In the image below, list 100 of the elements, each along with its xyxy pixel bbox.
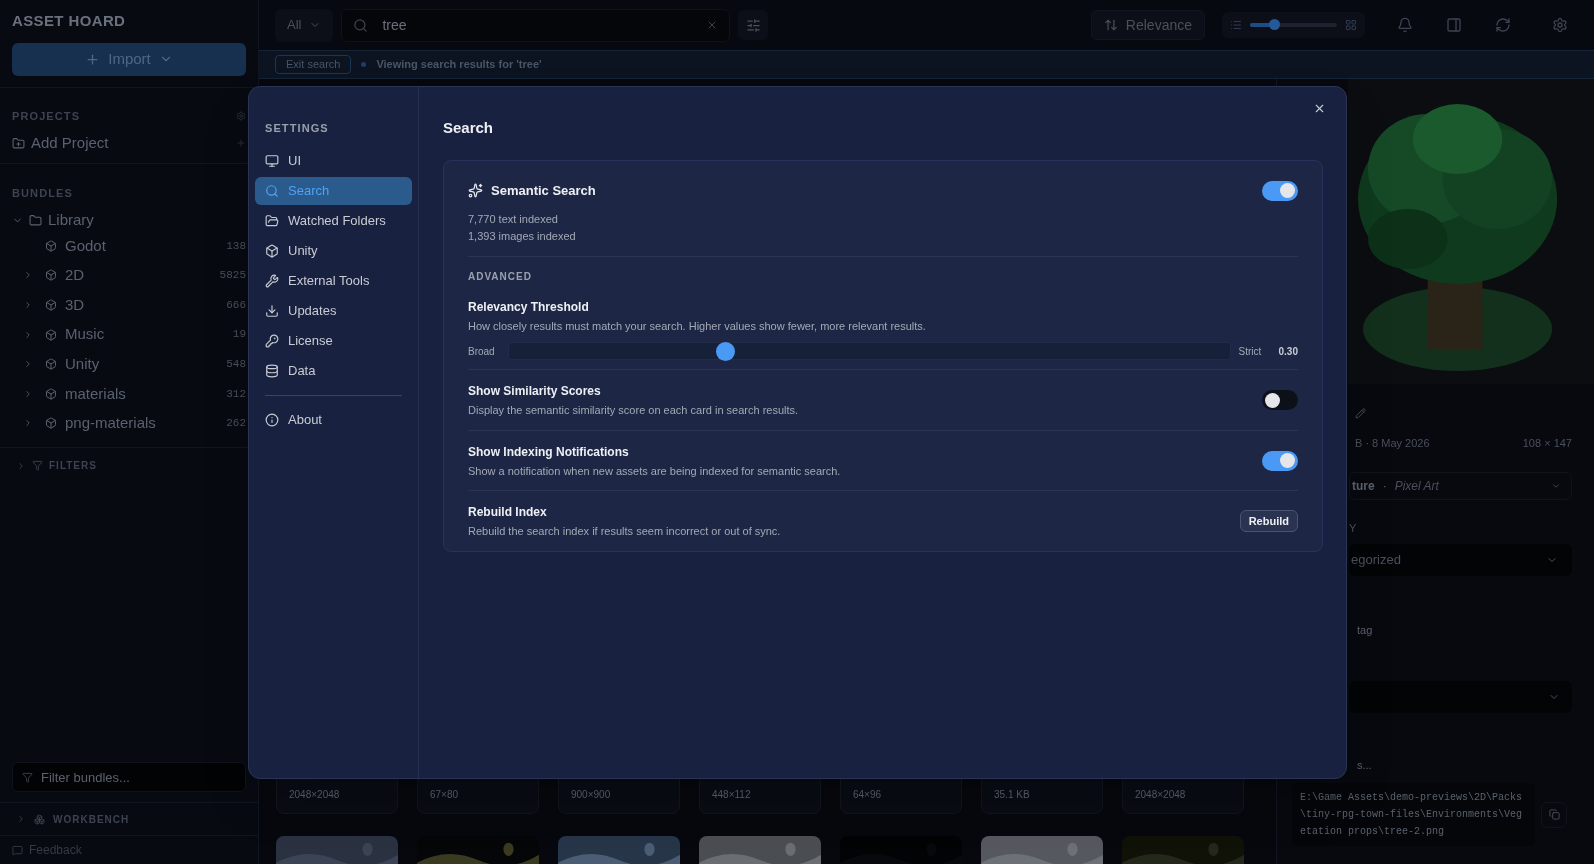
bundle-name: Godot: [65, 235, 106, 256]
toggle-switch[interactable]: [1262, 390, 1298, 411]
index-count: 7,770 text indexed: [468, 211, 559, 227]
sort-icon: [1103, 18, 1118, 32]
settings-nav-item[interactable]: Search: [255, 176, 412, 205]
page-title: Search: [443, 118, 495, 138]
cube-icon: [45, 239, 57, 252]
slider-min-label: Broad: [468, 344, 496, 359]
item-count: 5825: [219, 268, 246, 284]
plus-icon[interactable]: [236, 138, 246, 149]
cube-icon: [45, 299, 57, 311]
settings-nav-item[interactable]: Watched Folders: [255, 206, 412, 235]
sort-button[interactable]: Relevance: [1090, 10, 1205, 40]
monitor-icon: [265, 153, 279, 168]
grid-icon[interactable]: [1345, 19, 1357, 31]
settings-icon[interactable]: [1552, 17, 1568, 33]
asset-size: 64×96: [853, 788, 883, 802]
type-dropdown[interactable]: ture · Pixel Art: [1349, 471, 1572, 500]
list-icon[interactable]: [1230, 19, 1242, 31]
add-project-item[interactable]: Add Project: [12, 132, 246, 155]
dropdown[interactable]: [1349, 680, 1572, 713]
filters-toggle[interactable]: FILTERS: [0, 448, 258, 474]
cube-icon: [45, 269, 57, 282]
slider-thumb[interactable]: [716, 342, 736, 361]
tree-item[interactable]: Music 19: [12, 319, 246, 350]
asset-size: 2048×2048: [289, 788, 341, 802]
workbench-toggle[interactable]: WORKBENCH: [0, 803, 258, 836]
section-heading: ADVANCED: [468, 269, 533, 284]
folder-icon: [265, 213, 279, 228]
slider-value: 0.30: [1278, 344, 1298, 359]
copy-icon: [1548, 809, 1560, 820]
message-icon: [12, 844, 23, 856]
close-icon[interactable]: [1313, 102, 1326, 115]
tree-item[interactable]: materials 312: [12, 378, 246, 409]
plus-icon: [85, 51, 101, 67]
toggle-switch[interactable]: [1262, 450, 1298, 471]
tree-item[interactable]: png-materials 262: [12, 408, 246, 439]
tree-item[interactable]: Library: [12, 209, 246, 231]
search-icon: [353, 17, 369, 33]
index-count: 1,393 images indexed: [468, 228, 577, 244]
pencil-icon[interactable]: [1355, 408, 1366, 419]
notes-field[interactable]: s...: [1357, 756, 1572, 773]
refresh-icon[interactable]: [1495, 17, 1511, 33]
asset-size: 900×900: [571, 788, 612, 802]
download-icon: [265, 303, 279, 318]
rebuild-button[interactable]: Rebuild: [1239, 510, 1298, 533]
setting-description: How closely results must match your search. Higher values show fewer, more relevant results.: [468, 318, 926, 334]
setting-title: Rebuild Index: [468, 504, 548, 521]
panel-icon[interactable]: [1446, 17, 1462, 33]
filter-button[interactable]: [738, 10, 769, 40]
asset-size: 2048×2048: [1135, 788, 1187, 802]
filter-icon: [22, 772, 33, 783]
tree-item[interactable]: Godot 138: [12, 231, 246, 261]
file-path: E:\Game Assets\demo-previews\2D\Packs\tiny-rpg-town-files\Environments\Vegetation props\tree-2.png: [1292, 783, 1535, 846]
cube-icon: [45, 387, 57, 400]
import-button[interactable]: Import: [12, 42, 246, 76]
gear-icon[interactable]: [236, 110, 246, 121]
app-title: ASSET HOARD: [11, 11, 127, 31]
settings-nav-item[interactable]: Data: [255, 356, 412, 385]
filter-field[interactable]: Filter bundles...: [12, 762, 246, 792]
sliders-icon: [745, 17, 761, 33]
sparkles-icon: [468, 183, 483, 198]
asset-meta: B · 8 May 2026: [1355, 436, 1430, 451]
settings-nav-item[interactable]: About: [255, 405, 412, 434]
copy-button[interactable]: [1541, 801, 1567, 828]
toggle-switch[interactable]: [1262, 180, 1298, 201]
cube-icon: [45, 328, 57, 341]
setting-description: Display the semantic similarity score on each card in search results.: [468, 403, 799, 418]
cube-icon: [45, 417, 57, 430]
threshold-slider[interactable]: [508, 342, 1231, 360]
settings-nav-item[interactable]: Updates: [255, 296, 412, 325]
asset-dimensions: 108 × 147: [1522, 436, 1572, 451]
scope-dropdown[interactable]: All: [275, 8, 334, 42]
slider-thumb[interactable]: [1269, 19, 1281, 30]
settings-nav-item[interactable]: External Tools: [255, 266, 412, 295]
setting-title: Show Indexing Notifications: [468, 443, 630, 461]
bundle-name: Unity: [65, 353, 100, 374]
key-icon: [265, 333, 279, 348]
tree-item[interactable]: 2D 5825: [12, 260, 246, 291]
filter-icon: [32, 460, 43, 472]
search-field[interactable]: tree: [341, 8, 731, 42]
bundle-name: materials: [65, 383, 126, 404]
banner-message: Viewing search results for 'tree': [376, 57, 542, 73]
item-count: 312: [226, 386, 246, 402]
settings-nav-item[interactable]: UI: [255, 146, 412, 175]
tag-field[interactable]: tag: [1357, 622, 1572, 639]
asset-size: 67×80: [430, 788, 460, 802]
field-label: Y: [1349, 520, 1358, 536]
tree-item[interactable]: 3D 666: [12, 290, 246, 320]
exit-search-button[interactable]: Exit search: [275, 55, 352, 74]
settings-nav-item[interactable]: License: [255, 326, 412, 355]
cube-icon: [45, 358, 57, 371]
tree-item[interactable]: Unity 548: [12, 349, 246, 379]
setting-title: Show Similarity Scores: [468, 383, 602, 400]
info-icon: [265, 412, 279, 427]
bell-icon[interactable]: [1397, 17, 1413, 33]
category-dropdown[interactable]: egorized: [1349, 544, 1572, 576]
settings-heading: SETTINGS: [264, 121, 330, 136]
asset-size: 35.1 KB: [994, 788, 1031, 802]
settings-nav-item[interactable]: Unity: [255, 236, 412, 265]
